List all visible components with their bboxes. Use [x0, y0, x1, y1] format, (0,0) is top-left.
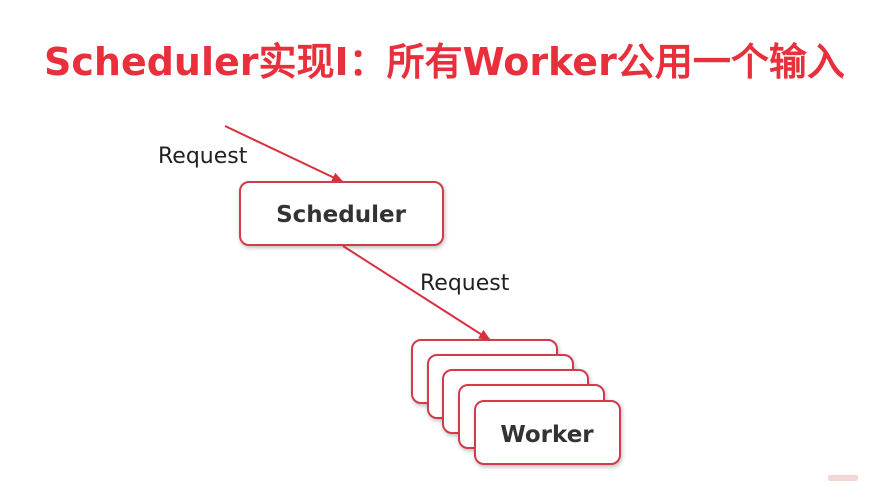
- scheduler-diagram: Request Scheduler Request Worker: [158, 125, 621, 465]
- outgoing-request-label: Request: [420, 271, 510, 296]
- scheduler-node: Scheduler: [239, 181, 444, 246]
- incoming-request-label: Request: [158, 144, 248, 169]
- watermark-logo: [828, 475, 858, 481]
- worker-label: Worker: [500, 422, 594, 448]
- worker-stack: Worker: [411, 339, 621, 465]
- scheduler-label: Scheduler: [276, 202, 406, 228]
